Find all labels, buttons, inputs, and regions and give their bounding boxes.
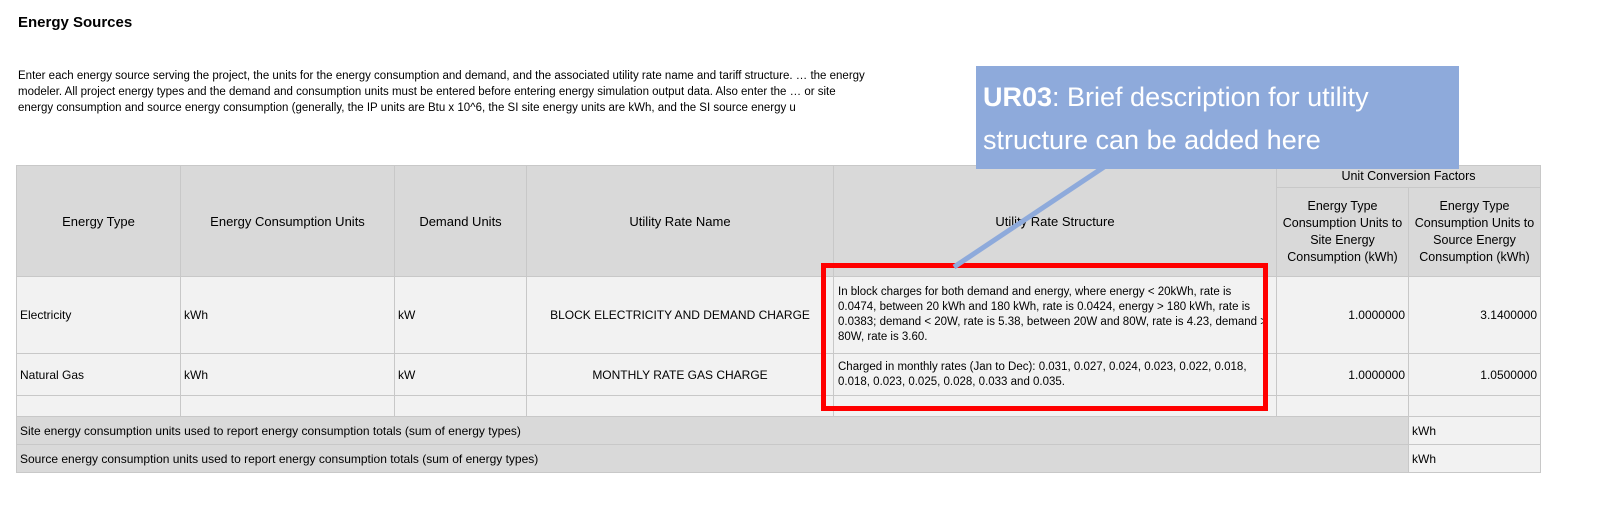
- callout-pointer-line: [952, 164, 1106, 270]
- callout-id: UR03: [983, 82, 1053, 112]
- callout-box: UR03: Brief description for utility stru…: [976, 66, 1459, 169]
